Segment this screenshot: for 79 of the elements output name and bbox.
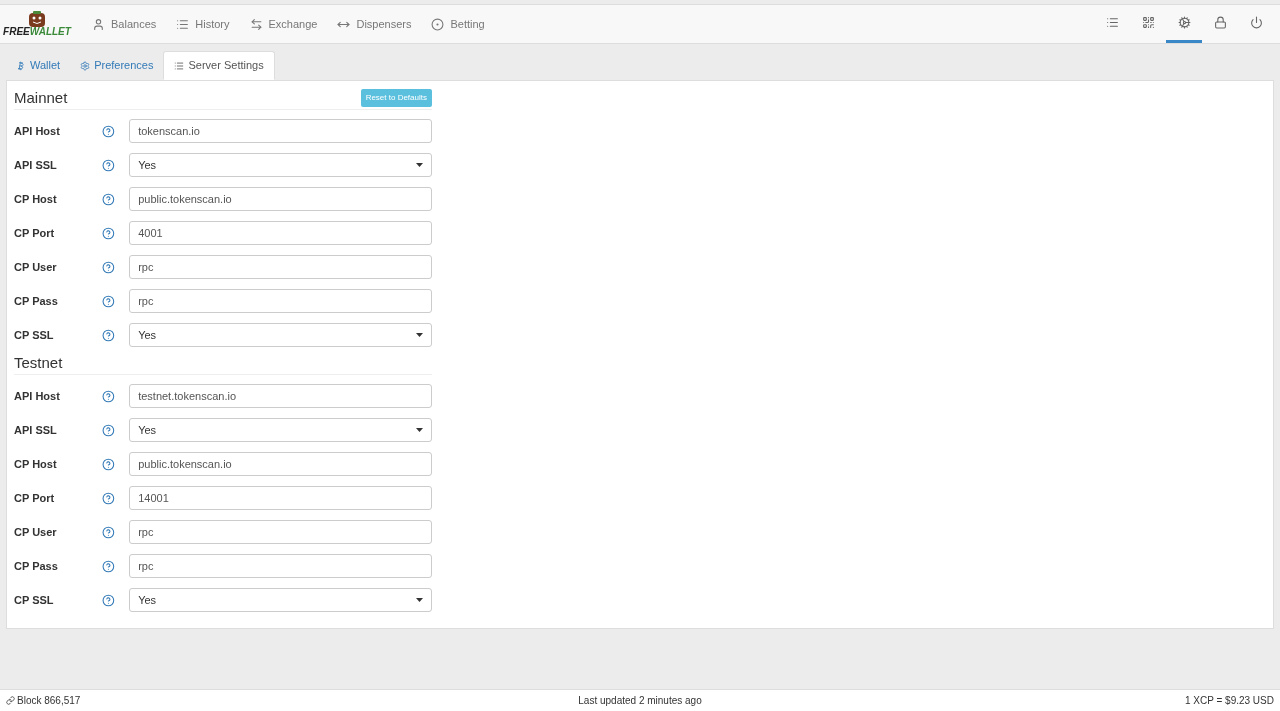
input-field[interactable]: 14001 — [129, 486, 432, 510]
help-icon[interactable] — [102, 491, 116, 505]
tab[interactable]: Wallet — [6, 51, 71, 80]
field-label: CP SSL — [14, 327, 55, 343]
target-icon — [431, 17, 445, 31]
caret-icon — [416, 333, 423, 337]
section-heading: Testnet — [14, 352, 63, 373]
tab[interactable]: Server Settings — [163, 51, 275, 80]
caret-icon — [416, 598, 423, 602]
help-icon[interactable] — [102, 328, 116, 342]
help-icon[interactable] — [102, 423, 116, 437]
select-field[interactable]: Yes — [129, 588, 432, 612]
select-field[interactable]: Yes — [129, 323, 432, 347]
caret-icon — [416, 163, 423, 167]
nav-link[interactable]: Exchange — [239, 15, 328, 33]
select-value: Yes — [138, 592, 157, 608]
nav-link[interactable]: History — [166, 15, 240, 33]
field-label: API SSL — [14, 157, 58, 173]
help-icon[interactable] — [102, 525, 116, 539]
input-field[interactable]: rpc — [129, 520, 432, 544]
help-icon[interactable] — [102, 559, 116, 573]
nav-link[interactable]: Balances — [82, 15, 167, 33]
help-icon[interactable] — [102, 260, 116, 274]
input-field[interactable]: public.tokenscan.io — [129, 187, 432, 211]
help-icon[interactable] — [102, 457, 116, 471]
mascot-icon — [28, 11, 46, 27]
block-height: Block 866,517 — [17, 694, 81, 708]
input-field[interactable]: 4001 — [129, 221, 432, 245]
lock-icon — [1213, 16, 1227, 29]
field-label: CP Host — [14, 456, 58, 472]
field-label: CP Pass — [14, 558, 59, 574]
field-label: CP Port — [14, 490, 56, 506]
nav-link[interactable]: Dispensers — [327, 15, 422, 33]
caret-icon — [416, 428, 423, 432]
field-label: CP Pass — [14, 293, 59, 309]
input-field[interactable]: rpc — [129, 255, 432, 279]
field-label: CP Host — [14, 191, 58, 207]
section-heading: Mainnet — [14, 87, 68, 108]
list-icon — [174, 60, 185, 71]
qr-code-icon — [1141, 16, 1155, 29]
help-icon[interactable] — [102, 158, 116, 172]
field-label: CP User — [14, 259, 58, 275]
last-updated: Last updated 2 minutes ago — [578, 694, 702, 708]
input-field[interactable]: tokenscan.io — [129, 119, 432, 143]
settings-icon — [80, 60, 91, 71]
bitcoin-icon — [16, 60, 26, 71]
input-field[interactable]: rpc — [129, 554, 432, 578]
select-value: Yes — [138, 422, 157, 438]
field-label: CP User — [14, 524, 58, 540]
exchange-icon — [249, 17, 263, 31]
field-label: API Host — [14, 388, 61, 404]
help-icon[interactable] — [102, 389, 116, 403]
help-icon[interactable] — [102, 294, 116, 308]
tab[interactable]: Preferences — [70, 51, 164, 80]
input-field[interactable]: public.tokenscan.io — [129, 452, 432, 476]
field-label: CP SSL — [14, 592, 55, 608]
nav-link[interactable]: Betting — [421, 15, 495, 33]
list-icon — [176, 17, 190, 31]
help-icon[interactable] — [102, 124, 116, 138]
user-icon — [92, 17, 105, 31]
select-field[interactable]: Yes — [129, 418, 432, 442]
help-icon[interactable] — [102, 226, 116, 240]
list-icon — [1105, 16, 1119, 29]
price-text: 1 XCP = $9.23 USD — [1183, 694, 1274, 708]
input-field[interactable]: rpc — [129, 289, 432, 313]
field-label: API Host — [14, 123, 61, 139]
field-label: CP Port — [14, 225, 56, 241]
link-icon — [6, 696, 15, 705]
freewallet-logo[interactable]: FREEWALLET — [2, 11, 72, 37]
field-label: API SSL — [14, 422, 58, 438]
select-value: Yes — [138, 327, 157, 343]
select-value: Yes — [138, 157, 157, 173]
power-icon — [1249, 16, 1263, 29]
select-field[interactable]: Yes — [129, 153, 432, 177]
settings-icon — [1177, 16, 1191, 29]
input-field[interactable]: testnet.tokenscan.io — [129, 384, 432, 408]
help-icon[interactable] — [102, 192, 116, 206]
logo-text: FREEWALLET — [3, 27, 71, 37]
help-icon[interactable] — [102, 593, 116, 607]
